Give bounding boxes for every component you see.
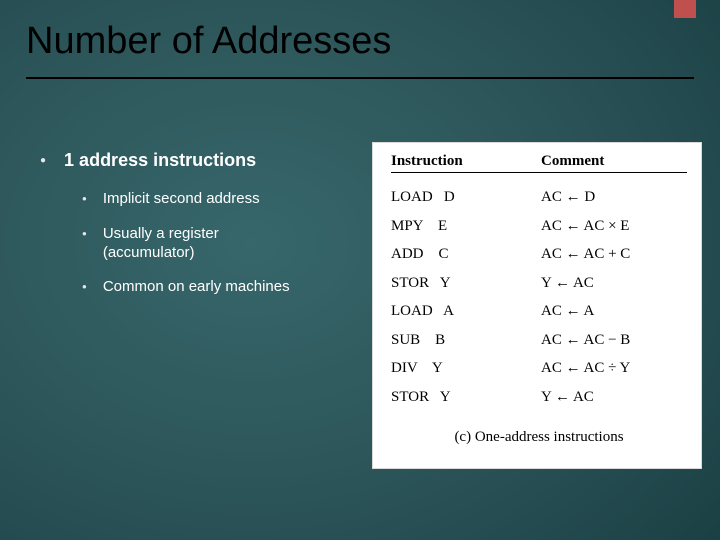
cell-comment: AC ← A [541, 297, 594, 326]
cell-comment: Y ← AC [541, 269, 594, 298]
table-row: MPY EAC ← AC × E [391, 212, 687, 241]
table-row: DIV YAC ← AC ÷ Y [391, 354, 687, 383]
table-header: Instruction Comment [391, 153, 687, 170]
table-row: SUB BAC ← AC − B [391, 326, 687, 355]
cell-instr: MPY E [391, 212, 541, 241]
cell-instr: STOR Y [391, 383, 541, 412]
slide: Number of Addresses ● 1 address instruct… [0, 0, 720, 540]
bullet-icon: ● [82, 225, 87, 243]
cell-instr: ADD C [391, 240, 541, 269]
list-item: ● Common on early machines [82, 278, 350, 297]
bullet-icon: ● [82, 278, 87, 296]
cell-instr: LOAD A [391, 297, 541, 326]
list-item-label: Common on early machines [103, 278, 290, 297]
bullet-icon: ● [40, 150, 46, 172]
table-row: ADD CAC ← AC + C [391, 240, 687, 269]
table-row: LOAD AAC ← A [391, 297, 687, 326]
table-row: STOR YY ← AC [391, 383, 687, 412]
col-header-comment: Comment [541, 153, 604, 170]
cell-comment: Y ← AC [541, 383, 594, 412]
cell-instr: DIV Y [391, 354, 541, 383]
table-row: STOR YY ← AC [391, 269, 687, 298]
bullet-icon: ● [82, 190, 87, 208]
instruction-figure: Instruction Comment LOAD DAC ← D MPY EAC… [372, 142, 702, 469]
cell-instr: LOAD D [391, 183, 541, 212]
col-header-instruction: Instruction [391, 153, 541, 170]
list-item-label: Usually a register (accumulator) [103, 225, 313, 263]
cell-instr: SUB B [391, 326, 541, 355]
cell-comment: AC ← D [541, 183, 595, 212]
list-item: ● Implicit second address [82, 190, 350, 209]
table-row: LOAD DAC ← D [391, 183, 687, 212]
cell-comment: AC ← AC + C [541, 240, 630, 269]
cell-comment: AC ← AC ÷ Y [541, 354, 630, 383]
accent-bar [674, 0, 696, 18]
cell-comment: AC ← AC − B [541, 326, 630, 355]
cell-comment: AC ← AC × E [541, 212, 629, 241]
list-item-label: Implicit second address [103, 190, 260, 209]
cell-instr: STOR Y [391, 269, 541, 298]
body-text: ● 1 address instructions ● Implicit seco… [40, 150, 350, 313]
list-item: ● Usually a register (accumulator) [82, 225, 350, 263]
figure-caption: (c) One-address instructions [391, 429, 687, 446]
list-item-label: 1 address instructions [64, 150, 256, 171]
header-rule [391, 172, 687, 173]
list-item: ● 1 address instructions [40, 150, 350, 172]
slide-title: Number of Addresses [26, 20, 694, 79]
